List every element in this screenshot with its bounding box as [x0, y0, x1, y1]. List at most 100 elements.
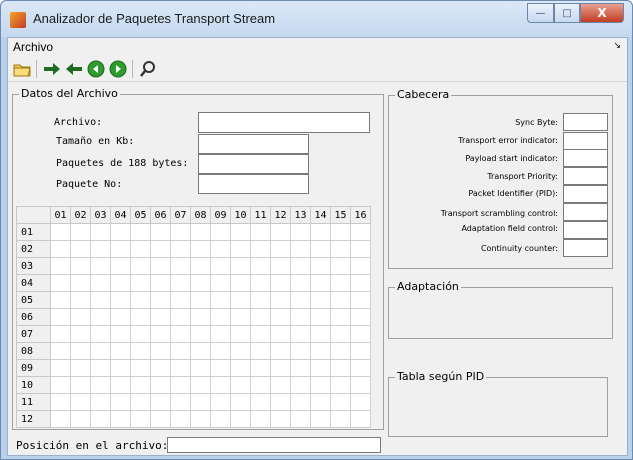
hex-cell[interactable]: [310, 393, 331, 411]
hex-cell[interactable]: [90, 274, 111, 292]
hex-cell[interactable]: [350, 393, 371, 411]
hex-cell[interactable]: [330, 376, 351, 394]
hex-cell[interactable]: [230, 223, 251, 241]
hex-cell[interactable]: [250, 274, 271, 292]
hex-cell[interactable]: [330, 274, 351, 292]
hex-cell[interactable]: [50, 342, 71, 360]
hex-cell[interactable]: [210, 240, 231, 258]
hex-cell[interactable]: [70, 308, 91, 326]
hex-cell[interactable]: [250, 308, 271, 326]
hex-cell[interactable]: [230, 240, 251, 258]
hex-cell[interactable]: [50, 393, 71, 411]
hex-cell[interactable]: [310, 223, 331, 241]
next-round-icon[interactable]: [108, 59, 128, 79]
hex-cell[interactable]: [150, 410, 171, 428]
hex-cell[interactable]: [310, 359, 331, 377]
hex-cell[interactable]: [150, 376, 171, 394]
hex-cell[interactable]: [130, 325, 151, 343]
scrambling-field[interactable]: [563, 203, 608, 221]
hex-cell[interactable]: [110, 257, 131, 275]
hex-cell[interactable]: [150, 257, 171, 275]
hex-cell[interactable]: [230, 393, 251, 411]
back-arrow-icon[interactable]: [64, 59, 84, 79]
hex-cell[interactable]: [130, 257, 151, 275]
hex-cell[interactable]: [210, 257, 231, 275]
hex-cell[interactable]: [50, 274, 71, 292]
hex-cell[interactable]: [90, 376, 111, 394]
hex-cell[interactable]: [350, 308, 371, 326]
minimize-button[interactable]: —: [527, 3, 554, 23]
hex-cell[interactable]: [290, 308, 311, 326]
forward-arrow-icon[interactable]: [42, 59, 62, 79]
hex-cell[interactable]: [170, 410, 191, 428]
hex-cell[interactable]: [270, 325, 291, 343]
hex-cell[interactable]: [130, 376, 151, 394]
posicion-field[interactable]: [167, 437, 381, 453]
hex-cell[interactable]: [90, 257, 111, 275]
hex-cell[interactable]: [150, 274, 171, 292]
hex-cell[interactable]: [70, 240, 91, 258]
hex-cell[interactable]: [90, 291, 111, 309]
hex-cell[interactable]: [310, 410, 331, 428]
transport-priority-field[interactable]: [563, 167, 608, 185]
hex-cell[interactable]: [290, 359, 311, 377]
hex-cell[interactable]: [330, 291, 351, 309]
hex-cell[interactable]: [310, 240, 331, 258]
hex-cell[interactable]: [290, 274, 311, 292]
hex-cell[interactable]: [330, 257, 351, 275]
hex-cell[interactable]: [190, 393, 211, 411]
hex-cell[interactable]: [70, 257, 91, 275]
hex-cell[interactable]: [50, 223, 71, 241]
payload-start-field[interactable]: [563, 149, 608, 167]
hex-cell[interactable]: [250, 393, 271, 411]
hex-cell[interactable]: [310, 325, 331, 343]
hex-cell[interactable]: [130, 393, 151, 411]
hex-cell[interactable]: [290, 257, 311, 275]
hex-cell[interactable]: [170, 291, 191, 309]
hex-cell[interactable]: [110, 359, 131, 377]
hex-cell[interactable]: [110, 325, 131, 343]
hex-cell[interactable]: [230, 308, 251, 326]
hex-cell[interactable]: [170, 376, 191, 394]
hex-cell[interactable]: [250, 376, 271, 394]
hex-cell[interactable]: [130, 308, 151, 326]
hex-cell[interactable]: [310, 257, 331, 275]
hex-cell[interactable]: [210, 359, 231, 377]
hex-cell[interactable]: [210, 325, 231, 343]
hex-cell[interactable]: [150, 342, 171, 360]
hex-cell[interactable]: [230, 291, 251, 309]
hex-cell[interactable]: [170, 274, 191, 292]
transport-error-field[interactable]: [563, 132, 608, 150]
hex-cell[interactable]: [150, 325, 171, 343]
hex-cell[interactable]: [190, 257, 211, 275]
hex-cell[interactable]: [210, 342, 231, 360]
hex-cell[interactable]: [290, 223, 311, 241]
hex-cell[interactable]: [90, 410, 111, 428]
hex-cell[interactable]: [330, 308, 351, 326]
hex-cell[interactable]: [270, 393, 291, 411]
hex-cell[interactable]: [190, 240, 211, 258]
hex-cell[interactable]: [270, 223, 291, 241]
hex-cell[interactable]: [190, 325, 211, 343]
hex-cell[interactable]: [170, 257, 191, 275]
open-folder-icon[interactable]: [12, 59, 32, 79]
hex-cell[interactable]: [150, 223, 171, 241]
hex-cell[interactable]: [310, 376, 331, 394]
hex-cell[interactable]: [170, 359, 191, 377]
search-icon[interactable]: [138, 59, 158, 79]
hex-cell[interactable]: [330, 393, 351, 411]
maximize-button[interactable]: □: [554, 3, 580, 23]
hex-cell[interactable]: [70, 410, 91, 428]
sync-byte-field[interactable]: [563, 113, 608, 131]
hex-cell[interactable]: [70, 393, 91, 411]
menu-archivo[interactable]: Archivo: [13, 40, 53, 54]
hex-cell[interactable]: [350, 359, 371, 377]
hex-cell[interactable]: [150, 359, 171, 377]
hex-cell[interactable]: [170, 393, 191, 411]
hex-cell[interactable]: [230, 410, 251, 428]
hex-cell[interactable]: [110, 410, 131, 428]
hex-cell[interactable]: [170, 308, 191, 326]
hex-cell[interactable]: [70, 376, 91, 394]
hex-cell[interactable]: [210, 393, 231, 411]
hex-cell[interactable]: [70, 223, 91, 241]
